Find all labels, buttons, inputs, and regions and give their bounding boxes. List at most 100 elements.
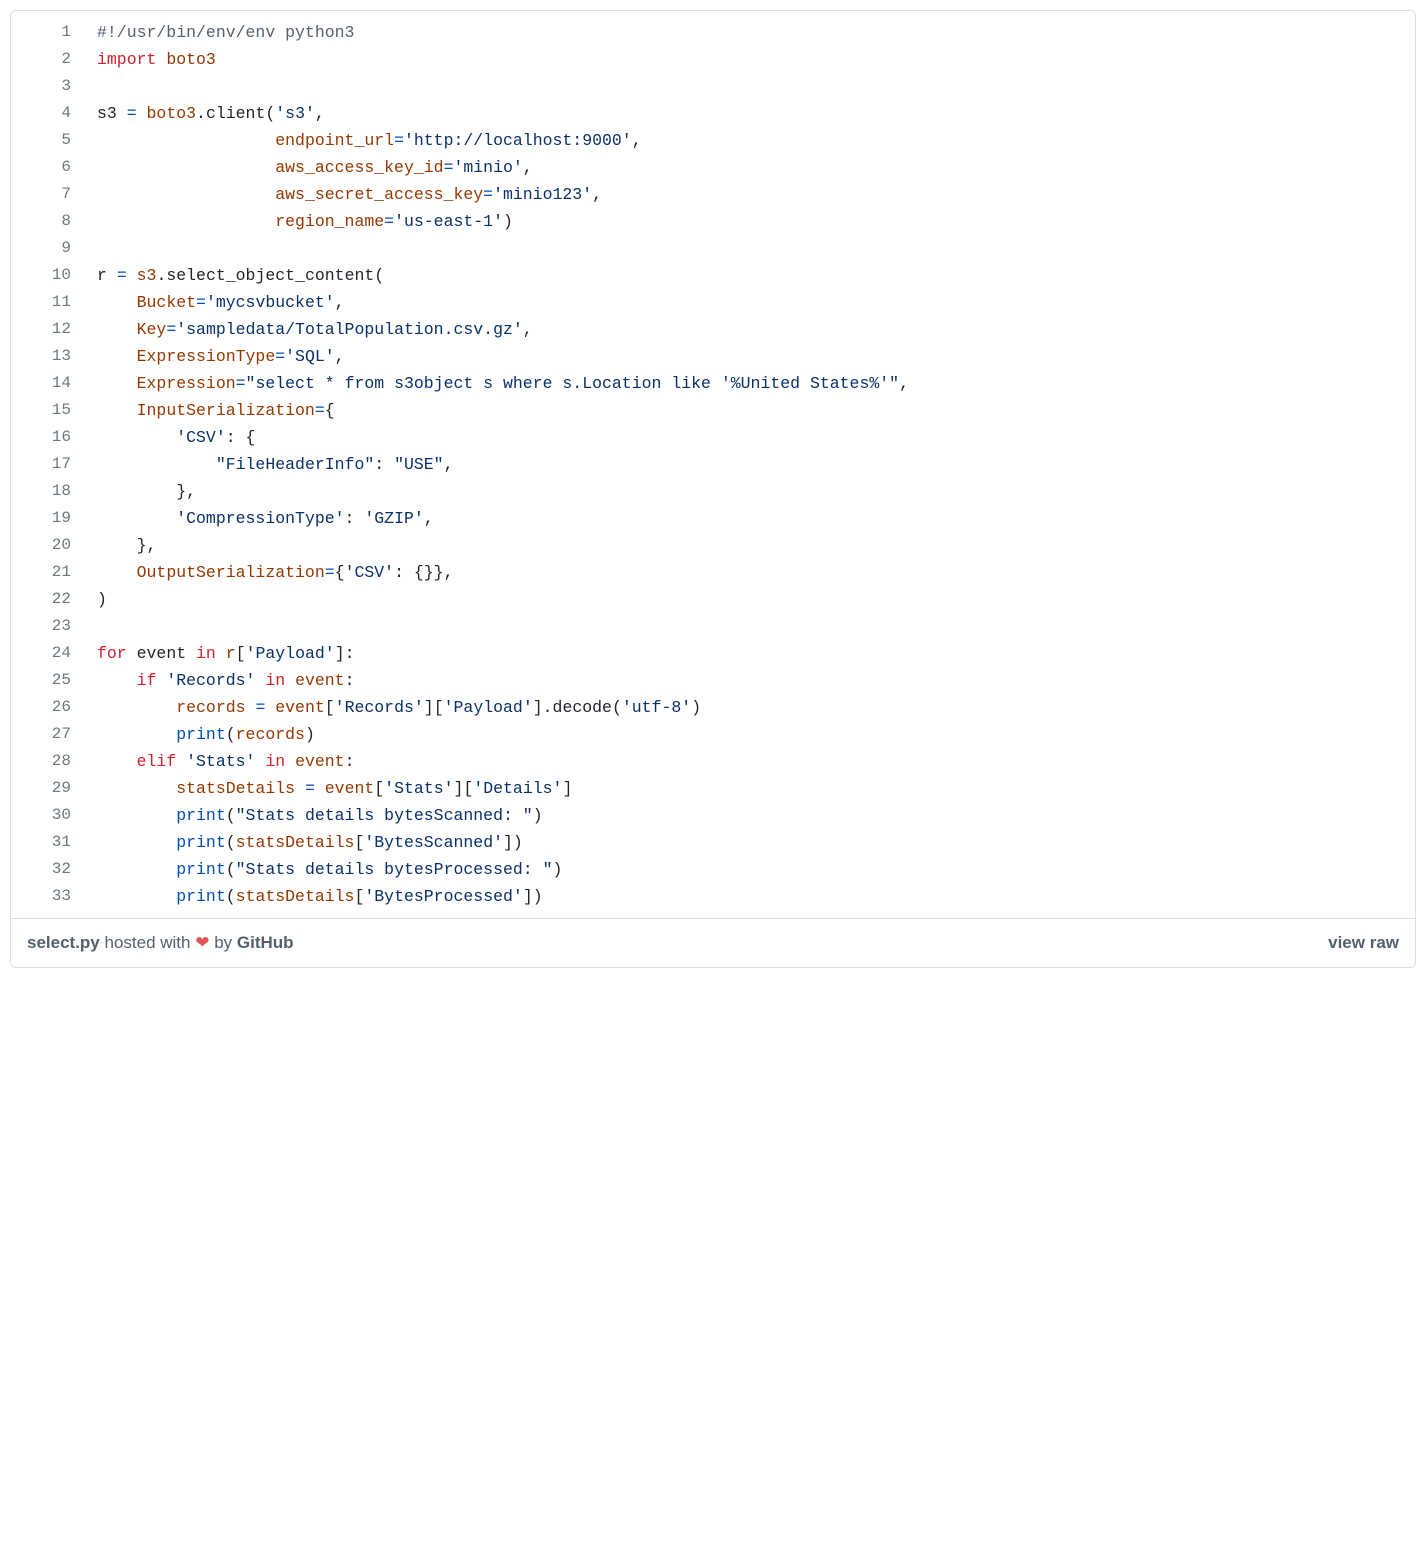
- line-number[interactable]: 19: [11, 505, 85, 532]
- line-source[interactable]: s3 = boto3.client('s3',: [85, 100, 1415, 127]
- code-token: in: [196, 644, 216, 663]
- code-line: 33 print(statsDetails['BytesProcessed']): [11, 883, 1415, 918]
- line-source[interactable]: print("Stats details bytesScanned: "): [85, 802, 1415, 829]
- code-token: print: [176, 860, 226, 879]
- code-line: 15 InputSerialization={: [11, 397, 1415, 424]
- line-source[interactable]: "FileHeaderInfo": "USE",: [85, 451, 1415, 478]
- line-source[interactable]: import boto3: [85, 46, 1415, 73]
- line-number[interactable]: 24: [11, 640, 85, 667]
- line-source[interactable]: Expression="select * from s3object s whe…: [85, 370, 1415, 397]
- line-number[interactable]: 18: [11, 478, 85, 505]
- line-source[interactable]: print(statsDetails['BytesProcessed']): [85, 883, 1415, 918]
- code-line: 28 elif 'Stats' in event:: [11, 748, 1415, 775]
- line-number[interactable]: 27: [11, 721, 85, 748]
- line-number[interactable]: 6: [11, 154, 85, 181]
- line-source[interactable]: 'CSV': {: [85, 424, 1415, 451]
- code-token: (: [374, 266, 384, 285]
- code-token: =: [325, 563, 335, 582]
- code-token: #!/usr/bin/env/env python3: [97, 23, 354, 42]
- line-number[interactable]: 7: [11, 181, 85, 208]
- line-source[interactable]: aws_secret_access_key='minio123',: [85, 181, 1415, 208]
- code-token: :: [345, 509, 365, 528]
- line-number[interactable]: 14: [11, 370, 85, 397]
- line-source[interactable]: endpoint_url='http://localhost:9000',: [85, 127, 1415, 154]
- code-area[interactable]: 1 #!/usr/bin/env/env python3 2import boto3…: [11, 11, 1415, 918]
- view-raw-link[interactable]: view raw: [1328, 933, 1399, 953]
- code-token: 'Stats': [186, 752, 255, 771]
- line-number[interactable]: 16: [11, 424, 85, 451]
- line-number[interactable]: 30: [11, 802, 85, 829]
- line-source[interactable]: #!/usr/bin/env/env python3: [85, 11, 1415, 46]
- line-source[interactable]: InputSerialization={: [85, 397, 1415, 424]
- code-token: 'CSV': [345, 563, 395, 582]
- code-token: 'CompressionType': [176, 509, 344, 528]
- line-source[interactable]: 'CompressionType': 'GZIP',: [85, 505, 1415, 532]
- code-token: event: [295, 752, 345, 771]
- line-source[interactable]: ExpressionType='SQL',: [85, 343, 1415, 370]
- line-number[interactable]: 26: [11, 694, 85, 721]
- line-number[interactable]: 21: [11, 559, 85, 586]
- code-token: [295, 779, 305, 798]
- code-token: =: [117, 266, 127, 285]
- code-token: InputSerialization: [137, 401, 315, 420]
- line-source[interactable]: [85, 235, 1415, 262]
- line-number[interactable]: 31: [11, 829, 85, 856]
- line-number[interactable]: 10: [11, 262, 85, 289]
- line-source[interactable]: aws_access_key_id='minio',: [85, 154, 1415, 181]
- line-number[interactable]: 23: [11, 613, 85, 640]
- line-number[interactable]: 13: [11, 343, 85, 370]
- line-number[interactable]: 20: [11, 532, 85, 559]
- code-token: "USE": [394, 455, 444, 474]
- line-source[interactable]: statsDetails = event['Stats']['Details']: [85, 775, 1415, 802]
- line-number[interactable]: 33: [11, 883, 85, 918]
- code-token: [97, 428, 176, 447]
- line-source[interactable]: print("Stats details bytesProcessed: "): [85, 856, 1415, 883]
- line-source[interactable]: [85, 613, 1415, 640]
- code-token: },: [97, 536, 156, 555]
- line-source[interactable]: for event in r['Payload']:: [85, 640, 1415, 667]
- line-number[interactable]: 32: [11, 856, 85, 883]
- code-token: r: [97, 266, 117, 285]
- line-number[interactable]: 17: [11, 451, 85, 478]
- line-source[interactable]: records = event['Records']['Payload'].de…: [85, 694, 1415, 721]
- line-source[interactable]: print(statsDetails['BytesScanned']): [85, 829, 1415, 856]
- line-source[interactable]: ): [85, 586, 1415, 613]
- line-number[interactable]: 29: [11, 775, 85, 802]
- code-token: 'utf-8': [622, 698, 691, 717]
- line-number[interactable]: 15: [11, 397, 85, 424]
- line-number[interactable]: 12: [11, 316, 85, 343]
- line-number[interactable]: 11: [11, 289, 85, 316]
- line-number[interactable]: 25: [11, 667, 85, 694]
- line-source[interactable]: if 'Records' in event:: [85, 667, 1415, 694]
- line-number[interactable]: 2: [11, 46, 85, 73]
- code-token: ][: [454, 779, 474, 798]
- line-number[interactable]: 5: [11, 127, 85, 154]
- code-token: [97, 347, 137, 366]
- gist-filename-link[interactable]: select.py: [27, 933, 100, 952]
- line-source[interactable]: Key='sampledata/TotalPopulation.csv.gz',: [85, 316, 1415, 343]
- line-source[interactable]: print(records): [85, 721, 1415, 748]
- line-source[interactable]: },: [85, 532, 1415, 559]
- code-token: s3: [97, 104, 127, 123]
- github-link[interactable]: GitHub: [237, 933, 294, 952]
- line-number[interactable]: 9: [11, 235, 85, 262]
- line-source[interactable]: [85, 73, 1415, 100]
- line-number[interactable]: 28: [11, 748, 85, 775]
- line-source[interactable]: elif 'Stats' in event:: [85, 748, 1415, 775]
- line-source[interactable]: OutputSerialization={'CSV': {}},: [85, 559, 1415, 586]
- heart-icon: ❤: [195, 933, 209, 952]
- line-source[interactable]: r = s3.select_object_content(: [85, 262, 1415, 289]
- line-number[interactable]: 1: [11, 11, 85, 46]
- code-token: :: [345, 671, 355, 690]
- line-number[interactable]: 22: [11, 586, 85, 613]
- code-token: [97, 374, 137, 393]
- line-number[interactable]: 8: [11, 208, 85, 235]
- line-number[interactable]: 4: [11, 100, 85, 127]
- code-token: =: [394, 131, 404, 150]
- code-token: [97, 671, 137, 690]
- line-number[interactable]: 3: [11, 73, 85, 100]
- line-source[interactable]: Bucket='mycsvbucket',: [85, 289, 1415, 316]
- line-source[interactable]: region_name='us-east-1'): [85, 208, 1415, 235]
- line-source[interactable]: },: [85, 478, 1415, 505]
- code-token: [97, 725, 176, 744]
